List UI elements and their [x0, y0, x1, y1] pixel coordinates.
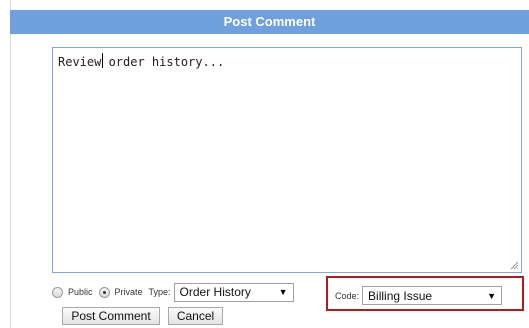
post-comment-button[interactable]: Post Comment — [62, 307, 160, 325]
comment-textarea-container[interactable]: Review order history... — [52, 47, 522, 273]
resize-grip-icon[interactable] — [510, 261, 519, 270]
type-select[interactable]: Order History ▼ — [173, 282, 294, 302]
public-radio[interactable] — [52, 286, 63, 298]
chevron-down-icon: ▼ — [278, 287, 288, 297]
private-radio-label: Private — [114, 287, 143, 297]
type-label: Type: — [148, 287, 171, 297]
code-label: Code: — [335, 290, 360, 301]
private-radio[interactable] — [98, 286, 110, 298]
code-select[interactable]: Billing Issue ▼ — [362, 286, 503, 305]
cancel-button[interactable]: Cancel — [168, 307, 223, 325]
comment-textarea[interactable]: Review order history... — [56, 52, 518, 269]
comment-options-row: Public Private Type: Order History ▼ — [52, 282, 294, 302]
type-select-value: Order History — [179, 285, 251, 299]
public-radio-label: Public — [68, 287, 93, 297]
chevron-down-icon: ▼ — [487, 290, 497, 301]
code-select-value: Billing Issue — [368, 288, 433, 303]
text-cursor — [102, 53, 103, 68]
code-field-group: Code: Billing Issue ▼ — [335, 286, 503, 305]
dialog-title: Post Comment — [10, 10, 529, 34]
